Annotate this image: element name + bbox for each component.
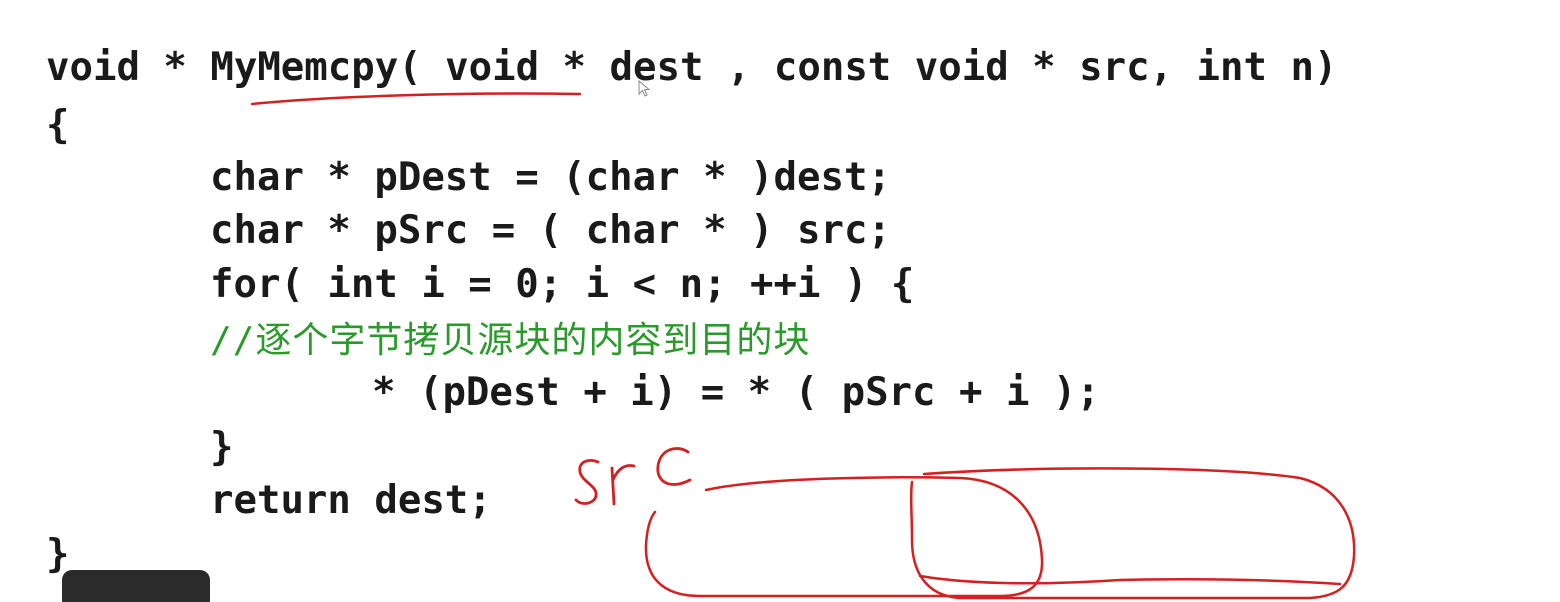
inner-close-brace: } (210, 425, 234, 470)
code-slide: void * MyMemcpy( void * dest , const voi… (0, 0, 1560, 602)
psrc-declaration: char * pSrc = ( char * ) src; (210, 208, 891, 253)
underline-stroke (250, 92, 582, 106)
handwritten-src-label (574, 447, 692, 506)
mouse-cursor-icon (638, 80, 651, 97)
open-brace: { (46, 103, 70, 148)
overlap-stroke (918, 574, 1342, 586)
overlay-panel (62, 570, 210, 602)
code-comment: //逐个字节拷贝源块的内容到目的块 (210, 320, 811, 361)
pdest-declaration: char * pDest = (char * )dest; (210, 155, 891, 200)
return-statement: return dest; (210, 478, 492, 523)
copy-assignment: * (pDest + i) = * ( pSrc + i ); (372, 370, 1100, 415)
source-block-outline (644, 476, 1044, 598)
for-loop-header: for( int i = 0; i < n; ++i ) { (210, 262, 915, 307)
function-signature: void * MyMemcpy( void * dest , const voi… (46, 45, 1338, 90)
dest-block-outline (909, 467, 1356, 600)
